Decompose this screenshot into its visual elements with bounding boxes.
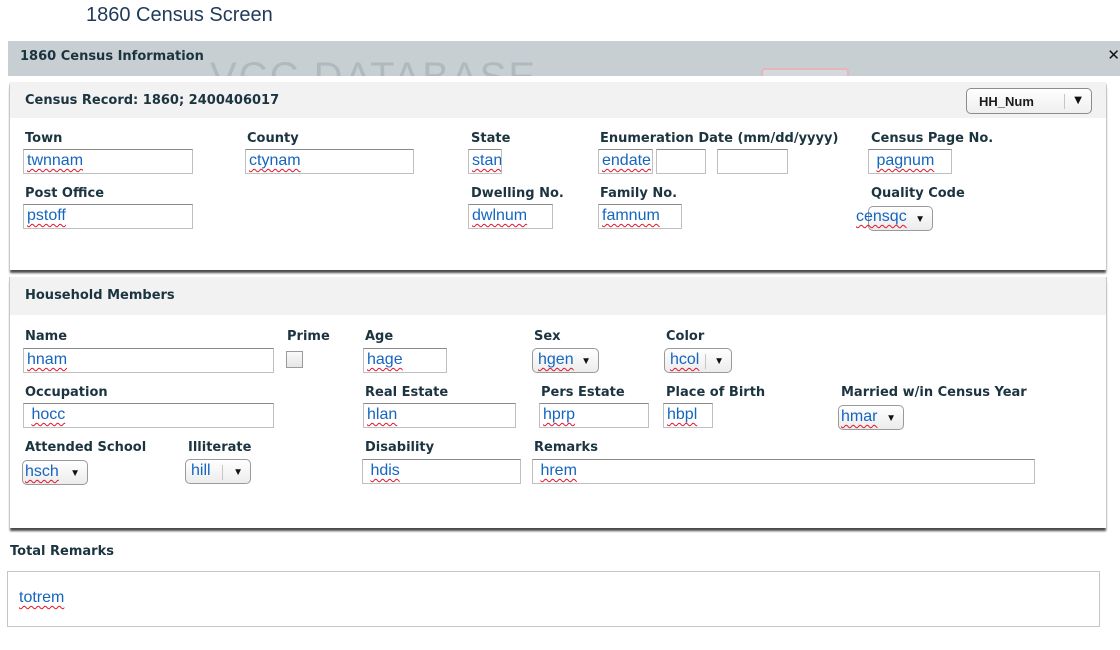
caret-down-icon: ▼ [915, 214, 925, 225]
remarks-label: Remarks [534, 440, 598, 455]
remarks-input[interactable]: hrem [532, 459, 1035, 484]
watermark-logo: VCC DATABASE [210, 55, 537, 76]
enumeration-year-input[interactable] [717, 149, 788, 174]
married-value: hmar [841, 408, 878, 425]
married-select[interactable]: hmar ▼ [838, 405, 904, 430]
remarks-value: hrem [540, 462, 577, 479]
quality-code-value: censqc [856, 208, 907, 225]
place-of-birth-value: hbpl [667, 406, 698, 423]
married-label: Married w/in Census Year [841, 385, 1027, 400]
occupation-label: Occupation [25, 385, 108, 400]
page-title: 1860 Census Screen [86, 4, 273, 26]
town-input[interactable]: twnnam [23, 149, 193, 174]
town-label: Town [25, 131, 63, 146]
hh-num-select[interactable]: HH_Num ▼ [966, 88, 1092, 114]
caret-down-icon: ▼ [714, 356, 724, 367]
enumeration-month-value: endate [602, 152, 651, 169]
sex-value: hgen [538, 351, 574, 368]
name-label: Name [25, 329, 68, 344]
select-separator [222, 465, 223, 480]
post-office-input[interactable]: pstoff [23, 204, 193, 229]
caret-down-icon: ▼ [1074, 95, 1082, 106]
hh-num-selected: HH_Num [979, 94, 1034, 109]
quality-code-select[interactable]: censqc ▼ [856, 206, 933, 231]
dwelling-no-label: Dwelling No. [471, 186, 564, 201]
post-office-value: pstoff [27, 207, 66, 224]
dwelling-no-input[interactable]: dwlnum [468, 204, 553, 229]
enumeration-month-input[interactable]: endate [598, 149, 653, 174]
family-no-value: famnum [602, 207, 660, 224]
attended-school-value: hsch [25, 463, 59, 480]
family-no-input[interactable]: famnum [598, 204, 682, 229]
place-of-birth-input[interactable]: hbpl [663, 403, 713, 428]
quality-code-label: Quality Code [871, 186, 965, 201]
census-page-value: pagnum [876, 152, 935, 169]
household-members-title: Household Members [25, 288, 175, 303]
state-value: stanam [472, 152, 502, 169]
age-input[interactable]: hage [363, 348, 447, 373]
town-value: twnnam [27, 152, 84, 169]
state-label: State [471, 131, 511, 146]
illiterate-select[interactable]: hill ▼ [185, 459, 251, 484]
post-office-label: Post Office [25, 186, 105, 201]
color-value: hcol [670, 351, 700, 368]
census-record-title: Census Record: 1860; 2400406017 [25, 93, 280, 108]
real-estate-value: hlan [367, 406, 398, 423]
county-input[interactable]: ctynam [245, 149, 414, 174]
pers-estate-input[interactable]: hprp [539, 403, 649, 428]
prime-checkbox[interactable] [286, 351, 303, 368]
disability-value: hdis [370, 462, 400, 479]
state-input[interactable]: stanam [468, 149, 502, 174]
illiterate-value: hill [191, 462, 211, 479]
caret-down-icon: ▼ [581, 356, 591, 367]
caret-down-icon: ▼ [70, 468, 80, 479]
county-label: County [247, 131, 299, 146]
pers-estate-value: hprp [543, 406, 576, 423]
occupation-input[interactable]: hocc [23, 403, 274, 428]
close-icon[interactable]: ✕ [1107, 46, 1120, 64]
age-label: Age [365, 329, 394, 344]
illiterate-label: Illiterate [188, 440, 252, 455]
attended-school-label: Attended School [25, 440, 147, 455]
real-estate-input[interactable]: hlan [363, 403, 516, 428]
select-separator [1064, 94, 1065, 109]
disability-label: Disability [365, 440, 435, 455]
name-input[interactable]: hnam [23, 348, 274, 373]
enumeration-date-label: Enumeration Date (mm/dd/yyyy) [600, 131, 839, 146]
census-page-input[interactable]: pagnum [868, 149, 952, 174]
census-page-label: Census Page No. [871, 131, 994, 146]
pers-estate-label: Pers Estate [541, 385, 625, 400]
caret-down-icon: ▼ [886, 413, 896, 424]
household-members-panel: Household Members Name hnam Prime Age ha… [9, 277, 1107, 528]
dwelling-no-value: dwlnum [472, 207, 528, 224]
caret-down-icon: ▼ [233, 467, 243, 478]
prime-label: Prime [287, 329, 330, 344]
color-select[interactable]: hcol ▼ [664, 348, 732, 373]
sex-label: Sex [534, 329, 561, 344]
occupation-value: hocc [31, 406, 66, 423]
window-title-bar: 1860 Census Information VCC DATABASE ✕ [8, 41, 1120, 76]
total-remarks-textarea[interactable]: totrem [7, 571, 1100, 627]
total-remarks-value: totrem [19, 589, 65, 606]
disability-input[interactable]: hdis [362, 459, 521, 484]
census-record-panel: Census Record: 1860; 2400406017 HH_Num ▼… [9, 82, 1107, 270]
family-no-label: Family No. [600, 186, 678, 201]
select-separator [705, 354, 706, 369]
watermark-badge [761, 68, 849, 76]
total-remarks-label: Total Remarks [10, 544, 114, 559]
household-members-header: Household Members [10, 277, 1106, 315]
window-title: 1860 Census Information [20, 49, 204, 64]
age-value: hage [367, 351, 403, 368]
enumeration-day-input[interactable] [656, 149, 706, 174]
color-label: Color [666, 329, 705, 344]
real-estate-label: Real Estate [365, 385, 449, 400]
census-record-header: Census Record: 1860; 2400406017 HH_Num ▼ [10, 82, 1106, 118]
place-of-birth-label: Place of Birth [666, 385, 766, 400]
county-value: ctynam [249, 152, 301, 169]
name-value: hnam [27, 351, 68, 368]
attended-school-select[interactable]: hsch ▼ [22, 460, 88, 485]
sex-select[interactable]: hgen ▼ [532, 348, 599, 373]
